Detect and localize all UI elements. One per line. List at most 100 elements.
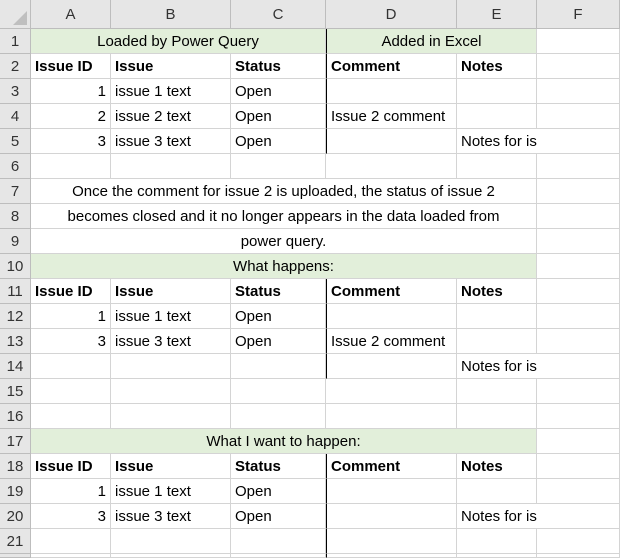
cell-a16[interactable] — [31, 404, 111, 429]
cell-b2[interactable]: Issue — [111, 54, 231, 79]
cell-c5[interactable]: Open — [231, 129, 326, 154]
cell-f14[interactable] — [537, 354, 620, 379]
cell-d11[interactable]: Comment — [326, 279, 457, 304]
cell-f6[interactable] — [537, 154, 620, 179]
cell-a5[interactable]: 3 — [31, 129, 111, 154]
cell-f2[interactable] — [537, 54, 620, 79]
cell-a3[interactable]: 1 — [31, 79, 111, 104]
row-header-6[interactable]: 6 — [0, 154, 31, 179]
cell-b3[interactable]: issue 1 text — [111, 79, 231, 104]
cell-f4[interactable] — [537, 104, 620, 129]
cell-b6[interactable] — [111, 154, 231, 179]
cell-f10[interactable] — [537, 254, 620, 279]
cell-e15[interactable] — [457, 379, 537, 404]
row-header-12[interactable]: 12 — [0, 304, 31, 329]
cell-c15[interactable] — [231, 379, 326, 404]
cell-c3[interactable]: Open — [231, 79, 326, 104]
cell-d4[interactable]: Issue 2 comment — [326, 104, 457, 129]
cell-f17[interactable] — [537, 429, 620, 454]
cell-c18[interactable]: Status — [231, 454, 326, 479]
cell-f8[interactable] — [537, 204, 620, 229]
cell-d16[interactable] — [326, 404, 457, 429]
cell-f12[interactable] — [537, 304, 620, 329]
row-header-9[interactable]: 9 — [0, 229, 31, 254]
cell-b11[interactable]: Issue — [111, 279, 231, 304]
explanation-line-3[interactable]: power query. — [31, 229, 537, 254]
column-header-b[interactable]: B — [111, 0, 231, 29]
row-header-16[interactable]: 16 — [0, 404, 31, 429]
cell-f5[interactable] — [537, 129, 620, 154]
cell-b19[interactable]: issue 1 text — [111, 479, 231, 504]
column-header-d[interactable]: D — [326, 0, 457, 29]
cell-c19[interactable]: Open — [231, 479, 326, 504]
what-i-want-heading[interactable]: What I want to happen: — [31, 429, 537, 454]
cell-d15[interactable] — [326, 379, 457, 404]
column-header-c[interactable]: C — [231, 0, 326, 29]
cell-a19[interactable]: 1 — [31, 479, 111, 504]
row-header-21[interactable]: 21 — [0, 529, 31, 554]
cell-d13[interactable]: Issue 2 comment — [326, 329, 457, 354]
cell-a12[interactable]: 1 — [31, 304, 111, 329]
cell-f19[interactable] — [537, 479, 620, 504]
cell-a6[interactable] — [31, 154, 111, 179]
cell-e18[interactable]: Notes — [457, 454, 537, 479]
cell-e11[interactable]: Notes — [457, 279, 537, 304]
cell-f13[interactable] — [537, 329, 620, 354]
cell-c16[interactable] — [231, 404, 326, 429]
cell-f21[interactable] — [537, 529, 620, 554]
cell-d20[interactable] — [326, 504, 457, 529]
cell-f3[interactable] — [537, 79, 620, 104]
cell-c4[interactable]: Open — [231, 104, 326, 129]
cell-c13[interactable]: Open — [231, 329, 326, 354]
cell-c6[interactable] — [231, 154, 326, 179]
cell-b5[interactable]: issue 3 text — [111, 129, 231, 154]
row-header-10[interactable]: 10 — [0, 254, 31, 279]
cell-b16[interactable] — [111, 404, 231, 429]
cell-a4[interactable]: 2 — [31, 104, 111, 129]
cell-b21[interactable] — [111, 529, 231, 554]
row-header-13[interactable]: 13 — [0, 329, 31, 354]
cell-d1-merged[interactable]: Added in Excel — [326, 29, 537, 54]
cell-e21[interactable] — [457, 529, 537, 554]
cell-f7[interactable] — [537, 179, 620, 204]
cell-a14[interactable] — [31, 354, 111, 379]
cell-e13[interactable] — [457, 329, 537, 354]
cell-e6[interactable] — [457, 154, 537, 179]
cell-d6[interactable] — [326, 154, 457, 179]
cell-e19[interactable] — [457, 479, 537, 504]
cell-e3[interactable] — [457, 79, 537, 104]
cell-a20[interactable]: 3 — [31, 504, 111, 529]
row-header-20[interactable]: 20 — [0, 504, 31, 529]
cell-f15[interactable] — [537, 379, 620, 404]
column-header-e[interactable]: E — [457, 0, 537, 29]
cell-c11[interactable]: Status — [231, 279, 326, 304]
column-header-a[interactable]: A — [31, 0, 111, 29]
cell-d18[interactable]: Comment — [326, 454, 457, 479]
cell-e5[interactable]: Notes for issue 3 — [457, 129, 574, 154]
row-header-17[interactable]: 17 — [0, 429, 31, 454]
cell-b13[interactable]: issue 3 text — [111, 329, 231, 354]
row-header-14[interactable]: 14 — [0, 354, 31, 379]
explanation-line-2[interactable]: becomes closed and it no longer appears … — [31, 204, 537, 229]
cell-c2[interactable]: Status — [231, 54, 326, 79]
cell-a1-merged[interactable]: Loaded by Power Query — [31, 29, 326, 54]
row-header-1[interactable]: 1 — [0, 29, 31, 54]
cell-f9[interactable] — [537, 229, 620, 254]
cell-c21[interactable] — [231, 529, 326, 554]
cell-b4[interactable]: issue 2 text — [111, 104, 231, 129]
cell-d12[interactable] — [326, 304, 457, 329]
cell-d2[interactable]: Comment — [326, 54, 457, 79]
cell-b12[interactable]: issue 1 text — [111, 304, 231, 329]
row-header-4[interactable]: 4 — [0, 104, 31, 129]
row-header-19[interactable]: 19 — [0, 479, 31, 504]
cell-a21[interactable] — [31, 529, 111, 554]
row-header-15[interactable]: 15 — [0, 379, 31, 404]
cell-c14[interactable] — [231, 354, 326, 379]
cell-a18[interactable]: Issue ID — [31, 454, 111, 479]
cell-a15[interactable] — [31, 379, 111, 404]
row-header-8[interactable]: 8 — [0, 204, 31, 229]
select-all-corner[interactable] — [0, 0, 31, 29]
row-header-5[interactable]: 5 — [0, 129, 31, 154]
cell-f18[interactable] — [537, 454, 620, 479]
row-header-7[interactable]: 7 — [0, 179, 31, 204]
